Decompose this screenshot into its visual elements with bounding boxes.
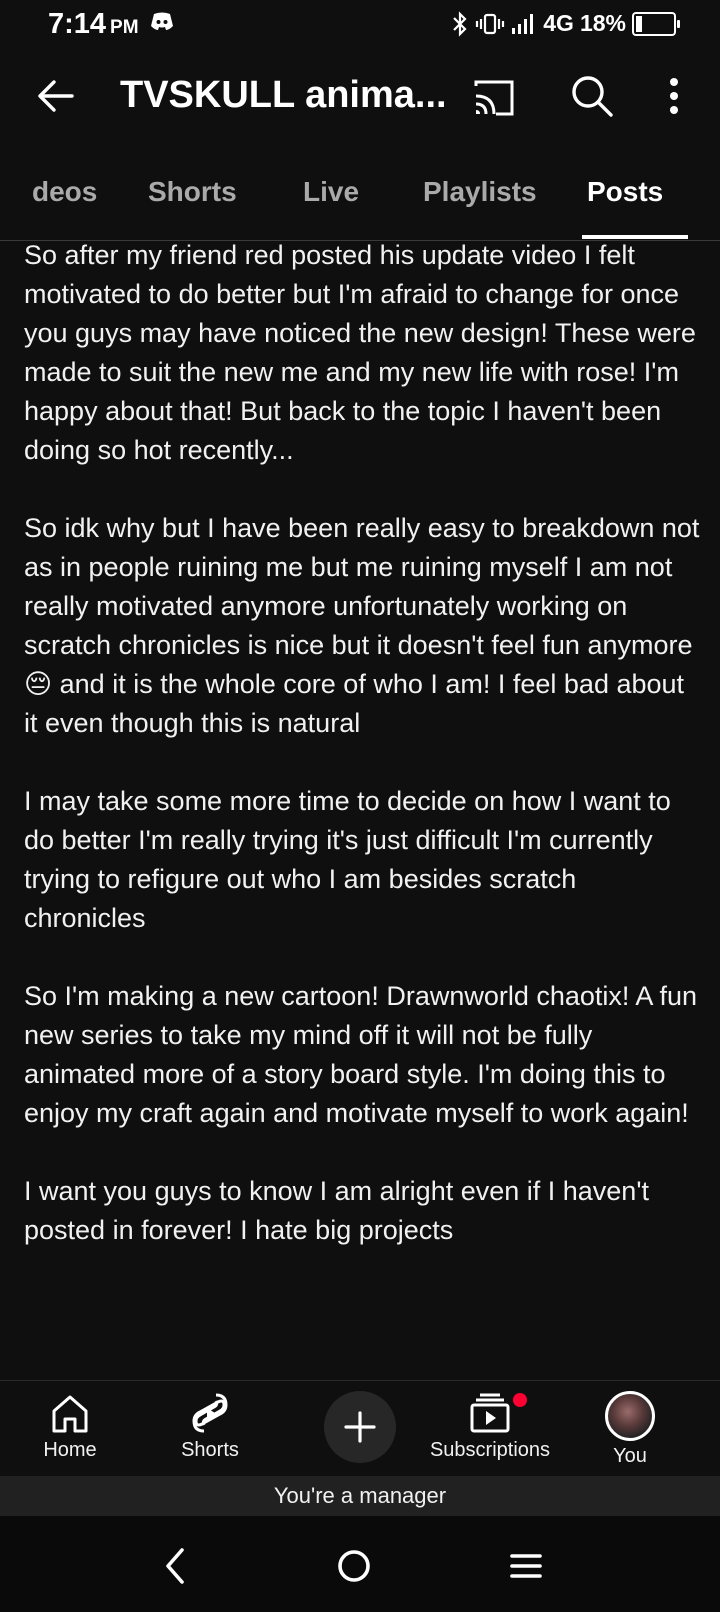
nav-shorts-label: Shorts [181,1439,239,1461]
avatar [605,1391,655,1441]
app-root: 7:14 PM 4G 18% TVSKULL anima... deos Sho… [0,0,720,1612]
system-back-icon[interactable] [160,1546,190,1586]
vibrate-icon [476,13,505,34]
signal-icon [512,13,534,34]
status-icons: 4G 18% [451,10,680,37]
battery-percent: 18% [579,10,626,36]
channel-title: TVSKULL anima... [120,74,447,116]
tab-live[interactable]: Live [303,176,359,208]
battery-icon [632,11,680,36]
notification-dot [513,1393,527,1407]
tab-shorts[interactable]: Shorts [148,176,237,208]
status-bar: 7:14 PM 4G 18% [0,0,720,50]
home-icon [52,1395,88,1433]
post-paragraph: So idk why but I have been really easy t… [24,513,700,738]
subscriptions-icon [470,1393,510,1433]
status-time-value: 7:14 [48,8,107,40]
tab-playlists[interactable]: Playlists [423,176,537,208]
create-button[interactable] [324,1391,396,1463]
bottom-navigation: Home Shorts Subscriptions You [0,1380,720,1477]
tab-videos[interactable]: deos [32,176,97,208]
create-plus-icon [344,1411,376,1443]
post-paragraph: So after my friend red posted his update… [24,240,696,465]
post-paragraph: I may take some more time to decide on h… [24,786,671,933]
search-icon[interactable] [570,74,614,118]
more-vert-icon[interactable] [662,74,686,118]
system-navigation [0,1516,720,1612]
nav-subscriptions[interactable]: Subscriptions [420,1391,560,1462]
discord-icon [151,12,173,30]
system-menu-icon[interactable] [506,1546,546,1586]
back-arrow-icon[interactable] [34,74,78,118]
nav-shorts[interactable]: Shorts [140,1391,280,1462]
shorts-icon [192,1393,228,1433]
nav-home[interactable]: Home [0,1391,140,1462]
bluetooth-icon [453,10,467,37]
nav-subscriptions-label: Subscriptions [429,1439,551,1461]
channel-tabs: deos Shorts Live Playlists Posts [0,160,720,241]
tab-posts[interactable]: Posts [587,176,663,208]
app-bar: TVSKULL anima... [0,60,720,140]
post-body: So after my friend red posted his update… [24,236,704,1380]
nav-you-label: You [613,1445,647,1467]
status-time: 7:14 PM [48,8,139,41]
status-ampm: PM [110,17,139,38]
nav-you[interactable]: You [560,1391,700,1468]
network-type: 4G [543,10,574,36]
system-home-icon[interactable] [334,1546,374,1586]
manager-banner: You're a manager [0,1476,720,1516]
post-paragraph: So I'm making a new cartoon! Drawnworld … [24,981,697,1128]
cast-icon[interactable] [472,78,516,118]
nav-home-label: Home [43,1439,97,1461]
post-paragraph: I want you guys to know I am alright eve… [24,1176,649,1245]
